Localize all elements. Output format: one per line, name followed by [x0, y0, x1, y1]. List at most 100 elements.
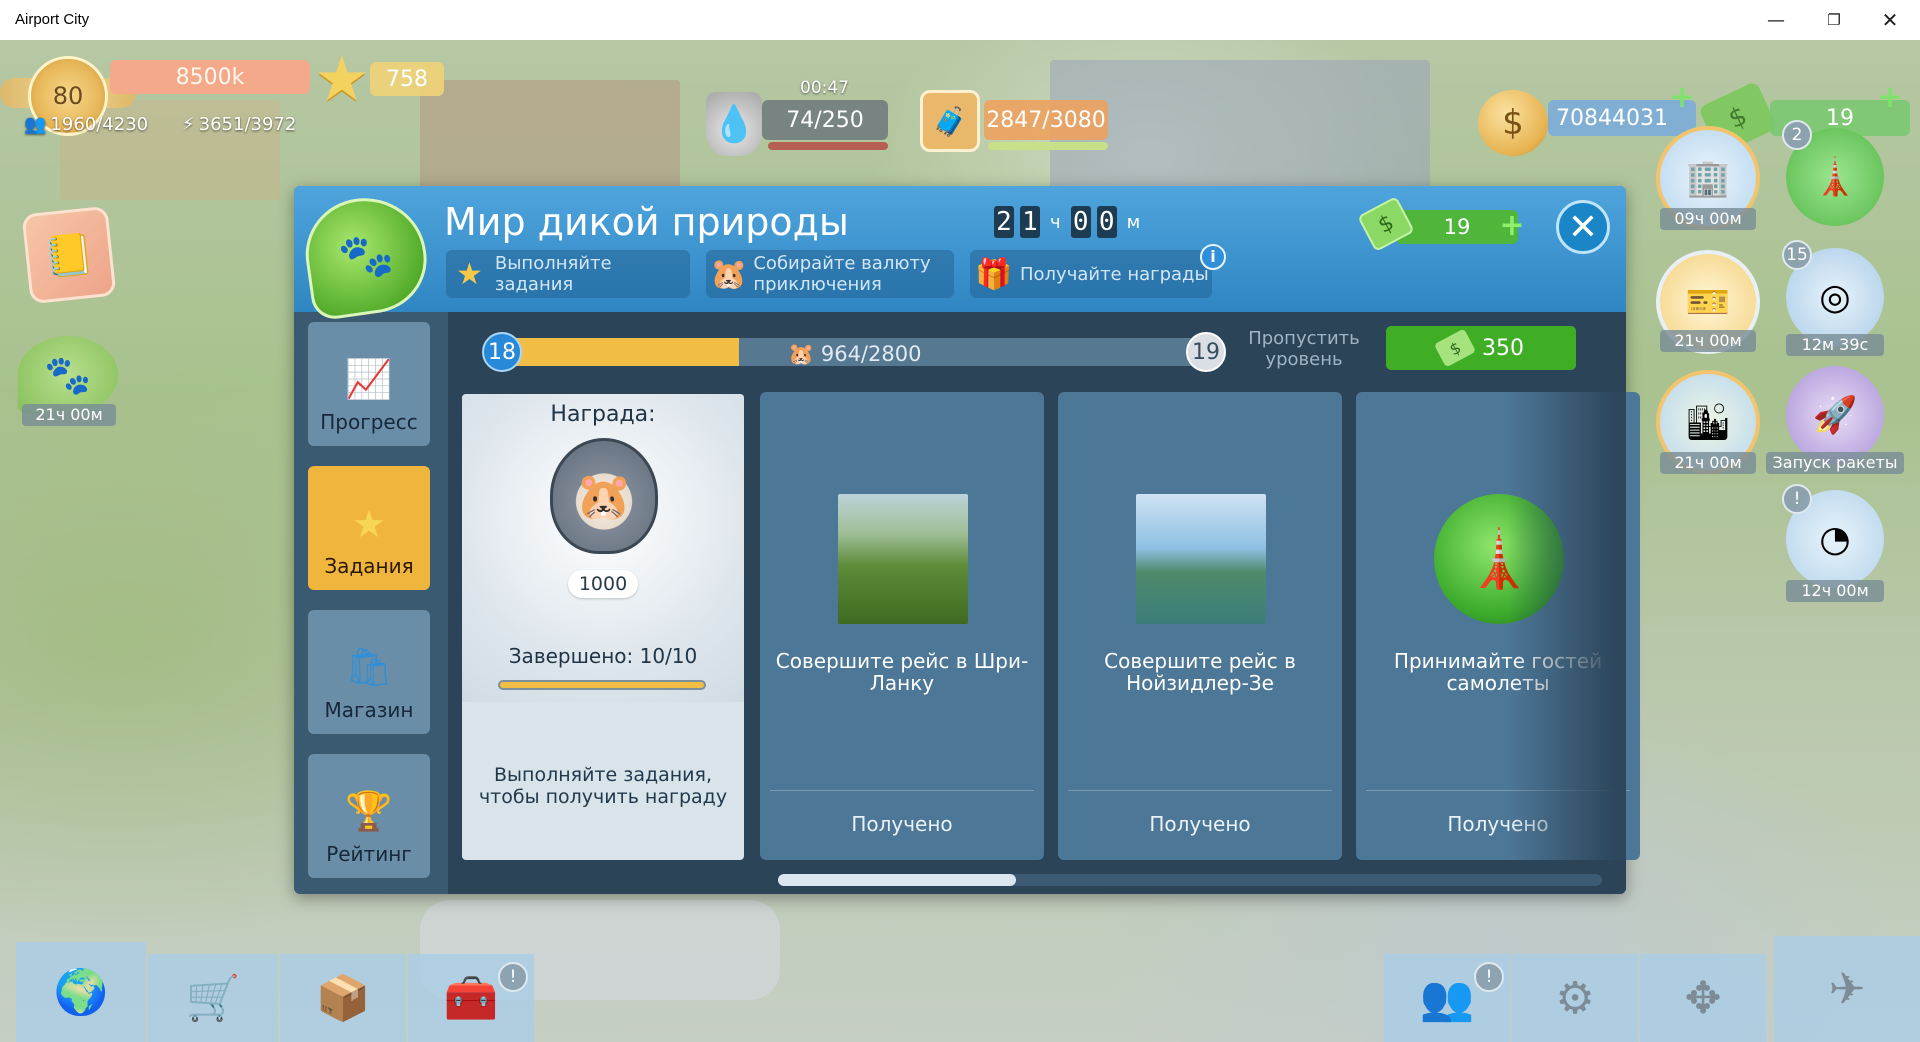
add-cash-button[interactable]: + [1498, 211, 1526, 241]
level-progress: 🐹 964/2800 18 19 [482, 332, 1226, 372]
cards-scrollbar[interactable] [778, 874, 1602, 886]
cash-icon: $ [1433, 328, 1477, 368]
rocket-launch-label: Запуск ракеты [1766, 452, 1904, 474]
chest-alert-badge: ! [498, 962, 528, 992]
header-tab-rewards: 🎁 Получайте награды [970, 250, 1212, 298]
fuel-counter: 74/250 [762, 100, 888, 140]
progress-value: 964/2800 [820, 342, 922, 366]
close-window-button[interactable]: ✕ [1862, 0, 1918, 40]
skip-level-button[interactable]: $ 350 [1386, 326, 1576, 370]
cargo-icon[interactable]: 🧳 [920, 90, 980, 152]
task-status: Получено [1149, 812, 1251, 836]
world-map-button[interactable]: 🌍 [16, 942, 146, 1042]
inventory-box-button[interactable]: 📦 [280, 954, 406, 1042]
energy-stat: ⚡ 3651/3972 [182, 114, 296, 135]
fuel-icon[interactable]: 💧 [706, 92, 762, 156]
trophy-icon: 🏆 [345, 789, 393, 833]
energy-value: 3651/3972 [198, 114, 297, 135]
notebook-icon[interactable]: 📒 [21, 205, 117, 305]
tab-label: Рейтинг [326, 842, 412, 866]
tab-shop[interactable]: 🛍 Магазин [308, 610, 430, 734]
tasks-panel: 🐹 964/2800 18 19 Пропустить уровень $ 35… [448, 312, 1640, 894]
ticket-timer: 21ч 00м [1660, 330, 1756, 352]
close-dialog-button[interactable]: ✕ [1556, 200, 1610, 254]
add-coins-button[interactable]: + [1668, 83, 1696, 113]
info-icon[interactable]: i [1200, 244, 1226, 270]
minimize-button[interactable]: — [1748, 0, 1804, 40]
xp-counter: 8500k [110, 60, 310, 94]
sri-lanka-image [838, 494, 968, 624]
radar-badge: 15 [1782, 240, 1812, 270]
timer-digit: 0 [1096, 206, 1117, 238]
gift-icon: 🎁 [975, 256, 1013, 292]
progress-fill [498, 338, 739, 366]
event-countdown: 2 1 ч 0 0 м [994, 206, 1144, 238]
timer-digit: 2 [994, 206, 1014, 238]
rocket-icon[interactable]: 🚀 [1786, 366, 1884, 464]
skip-level-label: Пропустить уровень [1248, 328, 1360, 370]
tab-tasks[interactable]: ★ Задания [308, 466, 430, 590]
timer-digit: 1 [1020, 206, 1040, 238]
divider [1068, 790, 1332, 791]
star-icon: ★ [351, 502, 387, 546]
cash-value: 19 [1826, 105, 1854, 131]
progress-chart-icon: 📈 [345, 357, 393, 401]
add-cash-button[interactable]: + [1876, 83, 1904, 113]
hamster-icon: 🐹 [550, 438, 658, 554]
tab-label: Прогресс [320, 410, 418, 434]
window-titlebar: Airport City — ❐ ✕ [0, 0, 1920, 40]
dialog-title: Мир дикой природы [444, 200, 849, 244]
gauge-alert-badge: ! [1782, 484, 1812, 514]
tab-rating[interactable]: 🏆 Рейтинг [308, 754, 430, 878]
header-tab-label: Выполняйте задания [494, 253, 612, 295]
tower-badge: 2 [1782, 120, 1812, 150]
tab-label: Задания [324, 554, 414, 578]
population-value: 1960/4230 [50, 114, 149, 135]
timer-unit-hours: ч [1050, 211, 1061, 233]
progress-bar: 🐹 964/2800 [498, 338, 1206, 366]
fuel-timer: 00:47 [800, 78, 849, 98]
tab-progress[interactable]: 📈 Прогресс [308, 322, 430, 446]
task-text: Совершите рейс в Нойзидлер-Зе [1104, 649, 1296, 695]
reward-showcase: Награда: 🐹 1000 Завершено: 10/10 [462, 394, 744, 702]
window-title: Airport City [15, 11, 90, 28]
header-tab-label: Собирайте валюту приключения [753, 253, 931, 295]
completed-label: Завершено: 10/10 [508, 644, 698, 668]
hangar-button[interactable]: ✈ [1774, 936, 1920, 1042]
next-level: 19 [1186, 332, 1226, 372]
shop-cart-button[interactable]: 🛒 [148, 954, 278, 1042]
reward-amount: 1000 [568, 570, 638, 598]
tab-label: Магазин [324, 698, 414, 722]
completed-bar [498, 680, 706, 690]
timer-unit-minutes: м [1126, 211, 1141, 233]
reward-description: Выполняйте задания, чтобы получить награ… [478, 764, 728, 808]
event-dialog: 🐾 Мир дикой природы 2 1 ч 0 0 м ★ Выполн… [294, 186, 1640, 894]
task-status: Получено [851, 812, 953, 836]
stars-counter: 758 [370, 62, 444, 96]
scrollbar-thumb[interactable] [778, 874, 1016, 886]
task-text: Совершите рейс в Шри-Ланку [775, 649, 1029, 695]
skyscraper-timer: 21ч 00м [1660, 452, 1756, 474]
header-tab-tasks: ★ Выполняйте задания [446, 250, 690, 298]
shopping-bag-icon: 🛍 [344, 645, 394, 689]
energy-icon: ⚡ [182, 114, 195, 135]
task-card[interactable]: Совершите рейс в Нойзидлер-Зе Получено [1058, 392, 1342, 860]
dialog-cash-value: 19 [1443, 215, 1471, 239]
move-button[interactable]: ✥ [1640, 954, 1766, 1042]
coins-value: 70844031 [1556, 105, 1668, 131]
neusiedler-see-image [1136, 494, 1266, 624]
star-icon: ★ [314, 42, 370, 115]
cards-fade-overlay [1508, 392, 1626, 862]
task-card[interactable]: Совершите рейс в Шри-Ланку Получено [760, 392, 1044, 860]
office-timer: 09ч 00м [1660, 208, 1756, 230]
settings-button[interactable]: ⚙ [1512, 954, 1638, 1042]
cargo-counter: 2847/3080 [984, 100, 1108, 140]
header-tab-label: Получайте награды [1020, 263, 1209, 285]
coins-icon: $ [1478, 90, 1548, 156]
hamster-icon: 🐹 [788, 342, 815, 366]
maximize-button[interactable]: ❐ [1806, 0, 1862, 40]
hamster-icon: 🐹 [710, 256, 748, 292]
radar-timer: 12м 39с [1786, 334, 1884, 356]
reward-title: Награда: [550, 402, 656, 427]
wildlife-event-icon[interactable]: 🐾 [18, 336, 118, 414]
